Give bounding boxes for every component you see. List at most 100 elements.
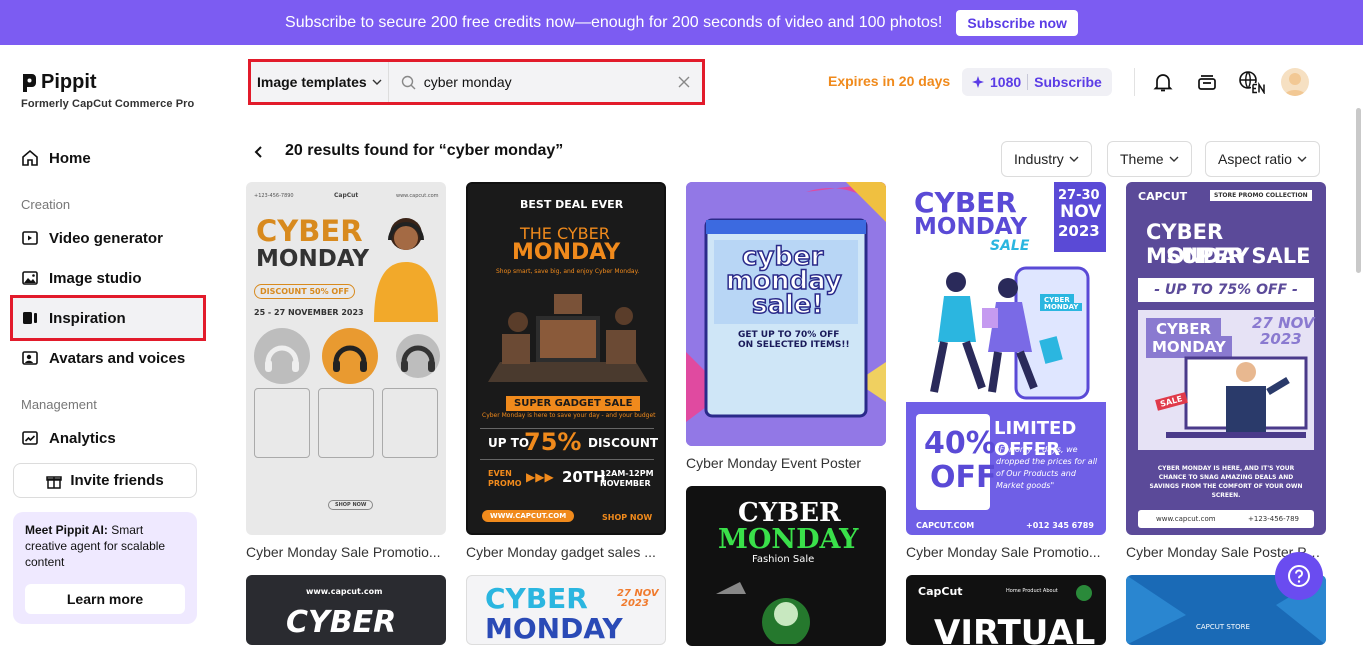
filter-label: Aspect ratio — [1218, 151, 1292, 167]
sidebar-item-video-generator[interactable]: Video generator — [21, 229, 163, 247]
template-card[interactable]: +123-456-7890 CapCut www.capcut.com CYBE… — [246, 182, 446, 535]
card-caption[interactable]: Cyber Monday Event Poster — [686, 455, 886, 471]
pippit-ai-promo-card: Meet Pippit AI: Smart creative agent for… — [13, 512, 197, 624]
template-card[interactable]: www.capcut.com CYBER — [246, 575, 446, 645]
promo-text: Meet Pippit AI: Smart creative agent for… — [25, 522, 185, 570]
template-type-dropdown[interactable]: Image templates — [251, 62, 389, 102]
poster-text: ON SELECTED ITEMS!! — [738, 340, 850, 350]
poster-shoppers-image — [930, 266, 1090, 400]
poster-text: CYBER — [485, 582, 588, 615]
search-bar: Image templates — [248, 59, 705, 105]
template-card[interactable]: CAPCUT STORE PROMO COLLECTION CYBER MOND… — [1126, 182, 1326, 535]
poster-text: MONDAY — [1040, 303, 1083, 311]
poster-text: MONDAY — [512, 240, 621, 265]
header-divider — [1134, 68, 1135, 96]
template-card[interactable]: CapCut Home Product About VIRTUAL — [906, 575, 1106, 645]
card-caption[interactable]: Cyber Monday gadget sales ... — [466, 544, 666, 560]
poster-text: MONDAY — [718, 524, 859, 555]
poster-text: +123-456-789 — [1248, 515, 1299, 523]
chevron-down-icon — [1297, 156, 1307, 162]
home-icon — [22, 149, 38, 166]
back-arrow-icon[interactable] — [252, 145, 266, 159]
template-card[interactable]: BEST DEAL EVER THE CYBER MONDAY Shop sma… — [466, 182, 666, 535]
video-icon — [22, 231, 38, 245]
user-avatar[interactable] — [1281, 68, 1309, 96]
card-caption[interactable]: Cyber Monday Sale Promotio... — [906, 544, 1106, 560]
banner-text: Subscribe to secure 200 free credits now… — [285, 13, 943, 31]
poster-text: PROMO — [488, 479, 522, 488]
language-globe-icon[interactable] — [1238, 70, 1268, 94]
poster-text: 27-30 — [1058, 188, 1100, 203]
poster-text: EVEN — [488, 469, 512, 478]
poster-text: ▶▶▶ — [526, 470, 554, 484]
results-title: 20 results found for “cyber monday” — [285, 142, 564, 159]
poster-text: www.capcut.com — [396, 193, 439, 199]
poster-text: CAPCUT STORE — [1196, 623, 1250, 631]
inspiration-icon — [23, 312, 37, 324]
logo[interactable]: Pippit — [21, 71, 97, 94]
sidebar-item-analytics[interactable]: Analytics — [21, 429, 116, 447]
poster-text: sale! — [751, 289, 824, 321]
sidebar: Pippit Formerly CapCut Commerce Pro Home… — [0, 45, 210, 639]
sidebar-item-inspiration[interactable]: Inspiration — [21, 309, 126, 327]
subscribe-link[interactable]: Subscribe — [1034, 74, 1102, 90]
chevron-down-icon — [1069, 156, 1079, 162]
help-button[interactable] — [1275, 552, 1323, 600]
filter-label: Industry — [1014, 151, 1064, 167]
credits-pill[interactable]: 1080 Subscribe — [962, 68, 1112, 96]
search-input[interactable] — [423, 74, 670, 90]
poster-text: CAPCUT — [1138, 190, 1188, 203]
poster-text: VIRTUAL — [934, 613, 1096, 645]
chevron-down-icon — [1169, 156, 1179, 162]
poster-text: UP TO — [488, 436, 530, 450]
invite-label: Invite friends — [70, 472, 164, 489]
poster-text: +123-456-7890 — [254, 193, 294, 199]
sparkle-icon — [972, 76, 984, 88]
search-icon — [401, 75, 416, 89]
template-card[interactable]: CYBER MONDAY SALE 27-30 NOV 2023 CYBER M… — [906, 182, 1106, 535]
poster-text: Cyber Monday is here to save your day - … — [482, 412, 656, 419]
poster-headphones-image — [254, 328, 440, 384]
filter-aspect-ratio-dropdown[interactable]: Aspect ratio — [1205, 141, 1320, 177]
filter-theme-dropdown[interactable]: Theme — [1107, 141, 1192, 177]
inbox-icon[interactable] — [1195, 70, 1219, 94]
poster-text: SHOP NOW — [602, 513, 653, 522]
poster-text: Fashion Sale — [752, 554, 815, 565]
search-field — [389, 62, 702, 102]
filter-industry-dropdown[interactable]: Industry — [1001, 141, 1092, 177]
analytics-icon — [22, 431, 38, 445]
template-card[interactable]: CYBER MONDAY 27 NOV 2023 — [466, 575, 666, 645]
invite-friends-button[interactable]: Invite friends — [13, 463, 197, 498]
feature-box — [254, 388, 310, 458]
template-card[interactable]: CYBER MONDAY Fashion Sale — [686, 486, 886, 646]
scrollbar[interactable] — [1356, 108, 1361, 273]
poster-text: CAPCUT.COM — [916, 521, 975, 530]
bell-icon[interactable] — [1151, 70, 1175, 94]
poster-text: 2023 — [1260, 330, 1302, 348]
gift-icon — [46, 475, 63, 489]
poster-text: BEST DEAL EVER — [520, 198, 624, 211]
poster-gadgets-image — [488, 294, 648, 382]
poster-text: Shop smart, save big, and enjoy Cyber Mo… — [496, 268, 640, 275]
poster-text: STORE PROMO COLLECTION — [1210, 190, 1312, 201]
card-caption[interactable]: Cyber Monday Sale Promotio... — [246, 544, 446, 560]
learn-more-button[interactable]: Learn more — [25, 584, 185, 614]
sidebar-item-image-studio[interactable]: Image studio — [21, 269, 142, 287]
poster-text: Home Product About — [1006, 588, 1058, 594]
filter-label: Theme — [1120, 151, 1164, 167]
template-type-label: Image templates — [257, 74, 367, 90]
brand-name: Pippit — [41, 71, 97, 93]
poster-text: WWW.CAPCUT.COM — [482, 510, 575, 522]
clear-search-icon[interactable] — [678, 76, 690, 88]
sidebar-item-avatars[interactable]: Avatars and voices — [21, 349, 185, 367]
poster-text: SALE — [990, 238, 1030, 254]
feature-box — [382, 388, 438, 458]
subscribe-now-button[interactable]: Subscribe now — [956, 9, 1078, 36]
sidebar-item-label: Avatars and voices — [49, 349, 186, 367]
sidebar-item-home[interactable]: Home — [21, 149, 91, 167]
poster-text: DISCOUNT 50% OFF — [254, 284, 356, 299]
pill-divider — [1027, 74, 1029, 90]
poster-text: +012 345 6789 — [1026, 521, 1094, 530]
poster-text: CYBER — [286, 605, 397, 640]
template-card[interactable]: cyber monday sale! GET UP TO 70% OFF ON … — [686, 182, 886, 446]
